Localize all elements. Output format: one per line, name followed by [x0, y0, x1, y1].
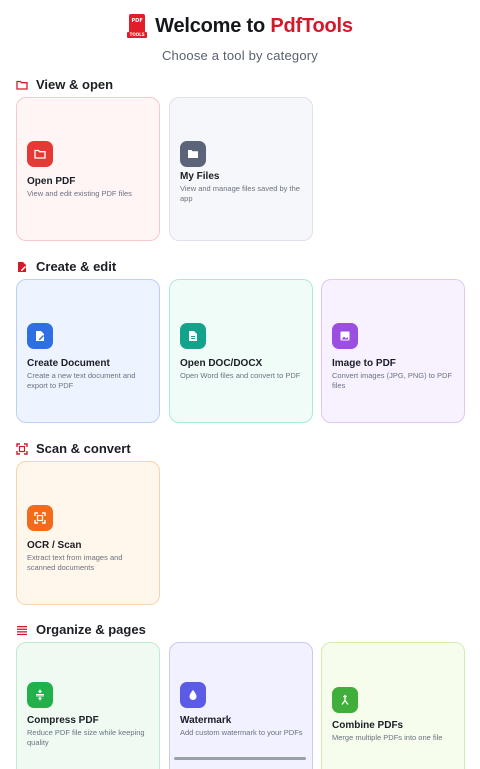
tool-title: Image to PDF: [332, 358, 396, 369]
tool-description: Merge multiple PDFs into one file: [332, 733, 443, 742]
page-title: Welcome to PdfTools: [155, 15, 353, 38]
tool-description: Extract text from images and scanned doc…: [27, 553, 123, 572]
compress-icon: [27, 682, 53, 708]
tool-description: Create a new text document and export to…: [27, 371, 136, 390]
logo-document: PDF: [129, 14, 146, 34]
tool-title: Open DOC/DOCX: [180, 358, 263, 369]
tool-title: Create Document: [27, 358, 110, 369]
scan-icon: [16, 442, 28, 455]
section-organize-pages: Organize & pages: [16, 620, 146, 638]
tool-title: My Files: [180, 171, 220, 182]
logo-text-top: PDF: [131, 18, 143, 24]
edit-document-icon: [27, 323, 53, 349]
image-icon: [332, 323, 358, 349]
tool-card-compress-pdf[interactable]: Compress PDF Reduce PDF file size while …: [16, 642, 160, 769]
document-icon: [180, 323, 206, 349]
tool-card-my-files[interactable]: My Files View and manage files saved by …: [169, 97, 313, 241]
folder-outline-icon: [16, 78, 28, 90]
section-create-edit: Create & edit: [16, 257, 116, 275]
section-view-open: View & open: [16, 75, 113, 93]
list-icon: [16, 623, 28, 636]
folder-icon: [180, 141, 206, 167]
tool-title: Open PDF: [27, 176, 76, 187]
home-indicator[interactable]: [174, 757, 306, 760]
section-scan-convert: Scan & convert: [16, 439, 131, 457]
scan-icon: [27, 505, 53, 531]
tool-description: Open Word files and convert to PDF: [180, 371, 301, 380]
tool-description: Add custom watermark to your PDFs: [180, 728, 303, 737]
tool-description: Convert images (JPG, PNG) to PDF files: [332, 371, 453, 390]
title-row: PDF TOOLS Welcome to PdfTools: [0, 12, 480, 40]
tool-description: View and manage files saved by the app: [180, 184, 300, 203]
header: PDF TOOLS Welcome to PdfTools Choose a t…: [0, 12, 480, 63]
tool-card-open-doc-docx[interactable]: Open DOC/DOCX Open Word files and conver…: [169, 279, 313, 423]
section-title: Scan & convert: [36, 440, 131, 456]
tool-card-open-pdf[interactable]: Open PDF View and edit existing PDF file…: [16, 97, 160, 241]
tool-title: Watermark: [180, 715, 232, 726]
tool-card-watermark[interactable]: Watermark Add custom watermark to your P…: [169, 642, 313, 769]
tool-title: Compress PDF: [27, 715, 99, 726]
droplet-icon: [180, 682, 206, 708]
tool-card-ocr-scan[interactable]: OCR / Scan Extract text from images and …: [16, 461, 160, 605]
section-title: Create & edit: [36, 258, 117, 274]
title-brand: PdfTools: [270, 14, 353, 37]
tool-title: OCR / Scan: [27, 540, 82, 551]
section-title: Organize & pages: [36, 621, 146, 637]
tool-title: Combine PDFs: [332, 720, 404, 731]
tool-description: Reduce PDF file size while keeping quali…: [27, 728, 145, 747]
logo-text-bottom: TOOLS: [129, 32, 145, 37]
tool-card-combine-pdfs[interactable]: Combine PDFs Merge multiple PDFs into on…: [321, 642, 465, 769]
folder-icon: [27, 141, 53, 167]
tool-card-image-to-pdf[interactable]: Image to PDF Convert images (JPG, PNG) t…: [321, 279, 465, 423]
page-subtitle: Choose a tool by category: [161, 48, 319, 63]
section-title: View & open: [36, 76, 114, 92]
edit-document-icon: [16, 260, 28, 272]
tool-card-create-document[interactable]: Create Document Create a new text docume…: [16, 279, 160, 423]
tool-description: View and edit existing PDF files: [27, 189, 132, 198]
merge-icon: [332, 687, 358, 713]
logo-base: TOOLS: [127, 32, 148, 38]
title-prefix: Welcome to: [155, 14, 271, 37]
pdftools-logo: PDF TOOLS: [127, 14, 148, 38]
